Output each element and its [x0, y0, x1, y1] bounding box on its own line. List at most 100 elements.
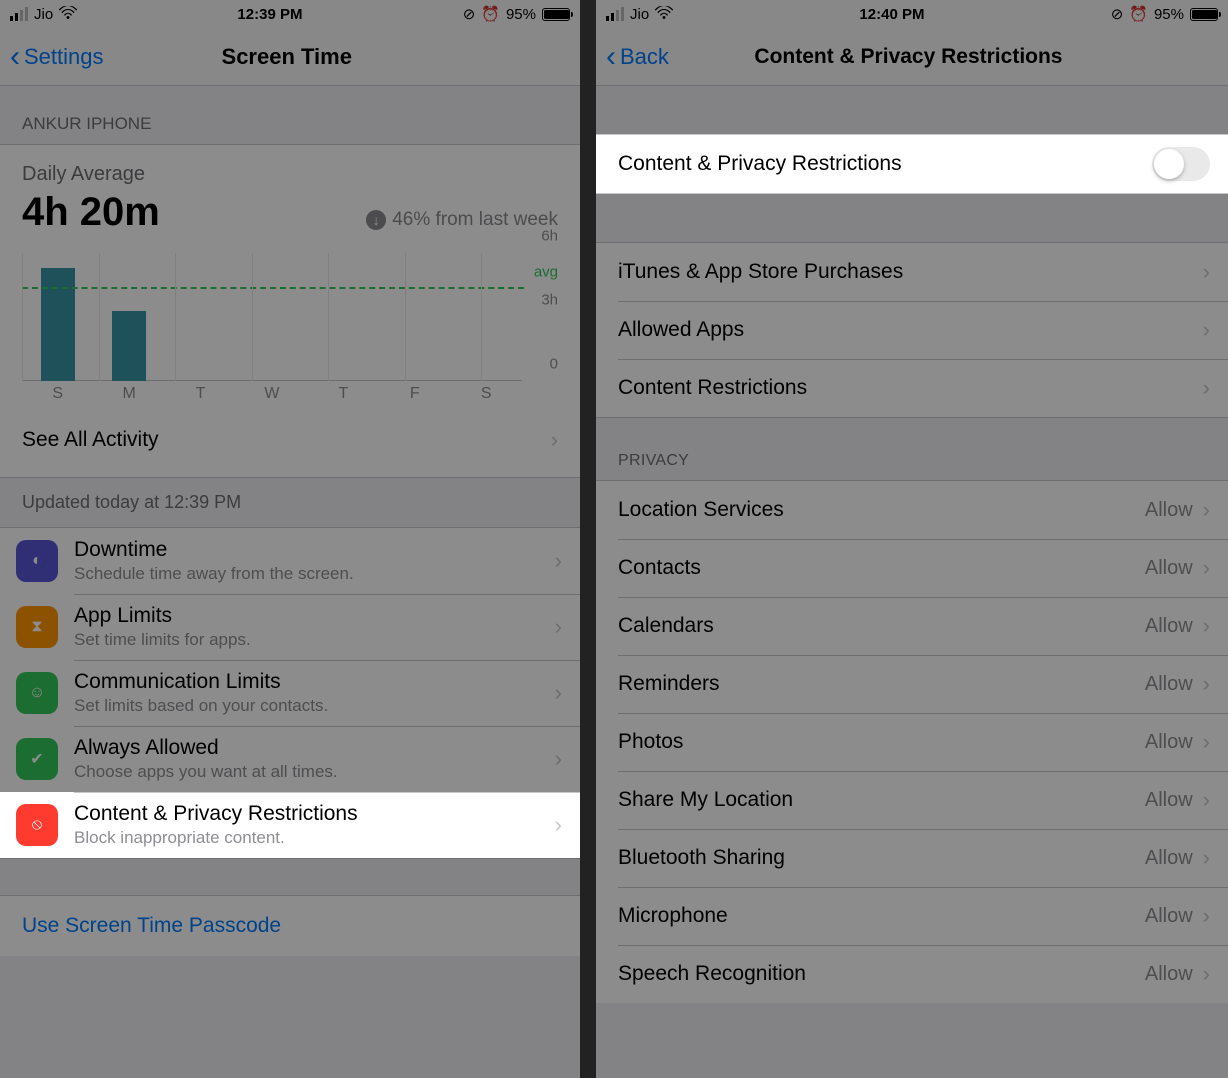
page-title: Content & Privacy Restrictions	[669, 45, 1148, 69]
option-applimits[interactable]: ⧗App LimitsSet time limits for apps.›	[0, 594, 580, 660]
status-time: 12:40 PM	[673, 6, 1111, 23]
usage-chart: avg 0 3h 6h SMTWTFS	[22, 253, 558, 403]
row-value: Allow	[1145, 673, 1193, 696]
chart-bar	[112, 311, 146, 381]
status-bar: Jio 12:40 PM ⊘ ⏰ 95%	[596, 0, 1228, 28]
option-title: Downtime	[74, 538, 555, 562]
option-subtitle: Set limits based on your contacts.	[74, 696, 555, 716]
chevron-right-icon: ›	[1203, 961, 1210, 987]
back-button[interactable]: ‹ Back	[606, 44, 669, 70]
updated-label: Updated today at 12:39 PM	[0, 478, 580, 527]
back-label: Settings	[24, 44, 104, 70]
battery-icon	[1190, 8, 1218, 21]
content-privacy-screen: Jio 12:40 PM ⊘ ⏰ 95% ‹ Back Content & Pr…	[596, 0, 1228, 1078]
chevron-right-icon: ›	[555, 746, 562, 772]
chevron-right-icon: ›	[1203, 259, 1210, 285]
row-value: Allow	[1145, 905, 1193, 928]
battery-icon	[542, 8, 570, 21]
see-all-activity-label: See All Activity	[22, 428, 551, 452]
option-title: Content & Privacy Restrictions	[74, 802, 555, 826]
restriction-row[interactable]: iTunes & App Store Purchases›	[596, 243, 1228, 301]
downtime-icon: ◐	[16, 540, 58, 582]
privacy-row[interactable]: Location ServicesAllow›	[596, 481, 1228, 539]
privacy-row[interactable]: PhotosAllow ›	[596, 713, 1228, 771]
daily-average-block: Daily Average 4h 20m ↓ 46% from last wee…	[0, 144, 580, 478]
option-always[interactable]: ✔Always AllowedChoose apps you want at a…	[0, 726, 580, 792]
chevron-right-icon: ›	[1203, 671, 1210, 697]
option-downtime[interactable]: ◐DowntimeSchedule time away from the scr…	[0, 528, 580, 594]
screen-time-options: ◐DowntimeSchedule time away from the scr…	[0, 527, 580, 859]
page-title: Screen Time	[104, 44, 471, 70]
signal-icon	[10, 7, 28, 21]
comm-icon: ☺	[16, 672, 58, 714]
chevron-right-icon: ›	[1203, 613, 1210, 639]
device-section-header: ANKUR IPHONE	[0, 86, 580, 144]
restriction-row[interactable]: Content Restrictions›	[596, 359, 1228, 417]
row-label: Share My Location	[618, 788, 1145, 812]
arrow-down-icon: ↓	[366, 210, 386, 230]
back-button[interactable]: ‹ Settings	[10, 44, 104, 70]
row-label: Content Restrictions	[618, 376, 1203, 400]
chevron-right-icon: ›	[555, 614, 562, 640]
chevron-right-icon: ›	[1203, 317, 1210, 343]
privacy-row[interactable]: Share My LocationAllow›	[596, 771, 1228, 829]
chevron-right-icon: ›	[1203, 845, 1210, 871]
status-bar: Jio 12:39 PM ⊘ ⏰ 95%	[0, 0, 580, 28]
nav-bar: ‹ Settings Screen Time	[0, 28, 580, 86]
alarm-icon: ⏰	[481, 5, 500, 23]
row-label: Reminders	[618, 672, 1145, 696]
row-value: Allow	[1145, 499, 1193, 522]
chevron-right-icon: ›	[1203, 729, 1210, 755]
row-value: Allow	[1145, 731, 1193, 754]
chevron-right-icon: ›	[555, 680, 562, 706]
restrictions-group-1: iTunes & App Store Purchases›Allowed App…	[596, 242, 1228, 418]
toggle-switch[interactable]	[1152, 147, 1210, 181]
privacy-row[interactable]: CalendarsAllow›	[596, 597, 1228, 655]
applimits-icon: ⧗	[16, 606, 58, 648]
option-title: Communication Limits	[74, 670, 555, 694]
battery-label: 95%	[1154, 6, 1184, 23]
chevron-right-icon: ›	[555, 812, 562, 838]
option-subtitle: Block inappropriate content.	[74, 828, 555, 848]
row-label: Photos	[618, 730, 1145, 754]
row-label: Contacts	[618, 556, 1145, 580]
chevron-right-icon: ›	[1203, 375, 1210, 401]
row-value: Allow	[1145, 557, 1193, 580]
status-time: 12:39 PM	[77, 6, 463, 23]
option-subtitle: Set time limits for apps.	[74, 630, 555, 650]
option-subtitle: Choose apps you want at all times.	[74, 762, 555, 782]
chart-bar	[41, 268, 75, 381]
trend-label: ↓ 46% from last week	[366, 209, 558, 231]
passcode-link[interactable]: Use Screen Time Passcode	[22, 914, 281, 937]
chevron-right-icon: ›	[1203, 497, 1210, 523]
privacy-row[interactable]: Bluetooth SharingAllow ›	[596, 829, 1228, 887]
restrictions-toggle-label: Content & Privacy Restrictions	[618, 152, 1152, 176]
carrier-label: Jio	[630, 6, 649, 23]
alarm-icon: ⏰	[1129, 5, 1148, 23]
screen-time-screen: Jio 12:39 PM ⊘ ⏰ 95% ‹ Settings Screen T…	[0, 0, 580, 1078]
privacy-section-header: PRIVACY	[596, 418, 1228, 480]
option-content[interactable]: ⦸Content & Privacy RestrictionsBlock ina…	[0, 792, 580, 858]
restriction-row[interactable]: Allowed Apps›	[596, 301, 1228, 359]
privacy-row[interactable]: RemindersAllow ›	[596, 655, 1228, 713]
row-value: Allow	[1145, 847, 1193, 870]
carrier-label: Jio	[34, 6, 53, 23]
battery-label: 95%	[506, 6, 536, 23]
passcode-link-row[interactable]: Use Screen Time Passcode	[0, 895, 580, 956]
restrictions-toggle-group: Content & Privacy Restrictions	[596, 134, 1228, 194]
see-all-activity-row[interactable]: See All Activity ›	[22, 411, 558, 469]
row-label: iTunes & App Store Purchases	[618, 260, 1203, 284]
privacy-group: Location ServicesAllow›ContactsAllow›Cal…	[596, 480, 1228, 1003]
row-label: Calendars	[618, 614, 1145, 638]
option-comm[interactable]: ☺ Communication LimitsSet limits based on…	[0, 660, 580, 726]
restrictions-toggle-row[interactable]: Content & Privacy Restrictions	[596, 135, 1228, 193]
wifi-icon	[59, 6, 77, 23]
privacy-row[interactable]: ContactsAllow›	[596, 539, 1228, 597]
privacy-row[interactable]: Speech RecognitionAllow›	[596, 945, 1228, 1003]
row-label: Microphone	[618, 904, 1145, 928]
row-value: Allow	[1145, 789, 1193, 812]
chevron-right-icon: ›	[551, 427, 558, 453]
nav-bar: ‹ Back Content & Privacy Restrictions	[596, 28, 1228, 86]
privacy-row[interactable]: MicrophoneAllow›	[596, 887, 1228, 945]
row-label: Bluetooth Sharing	[618, 846, 1145, 870]
